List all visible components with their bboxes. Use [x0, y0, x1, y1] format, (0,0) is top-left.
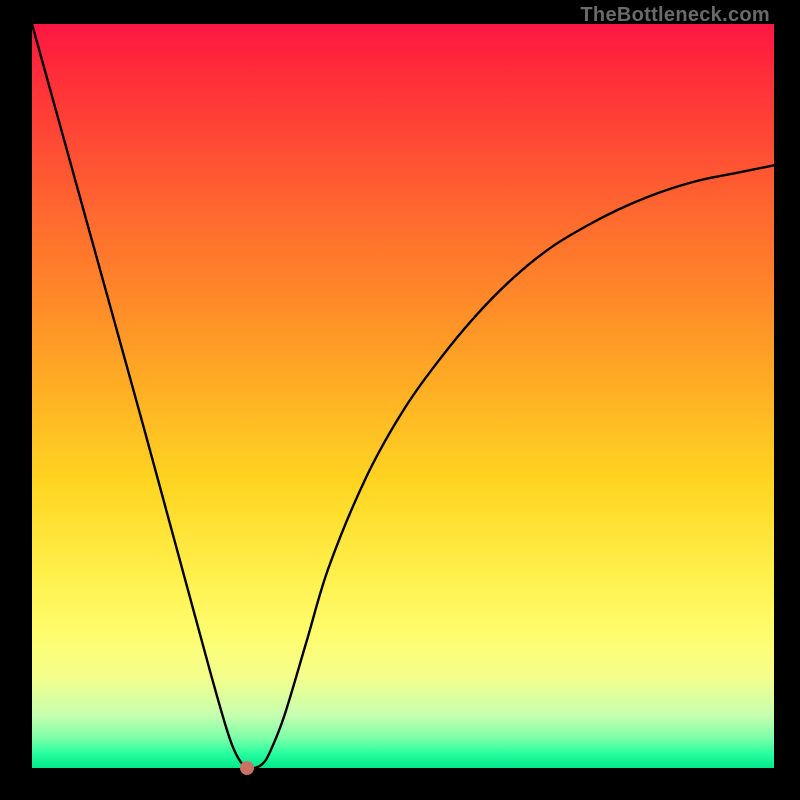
optimal-point-marker [240, 761, 254, 775]
bottleneck-curve [32, 24, 774, 768]
watermark-text: TheBottleneck.com [580, 4, 770, 27]
chart-frame: TheBottleneck.com [0, 0, 800, 800]
